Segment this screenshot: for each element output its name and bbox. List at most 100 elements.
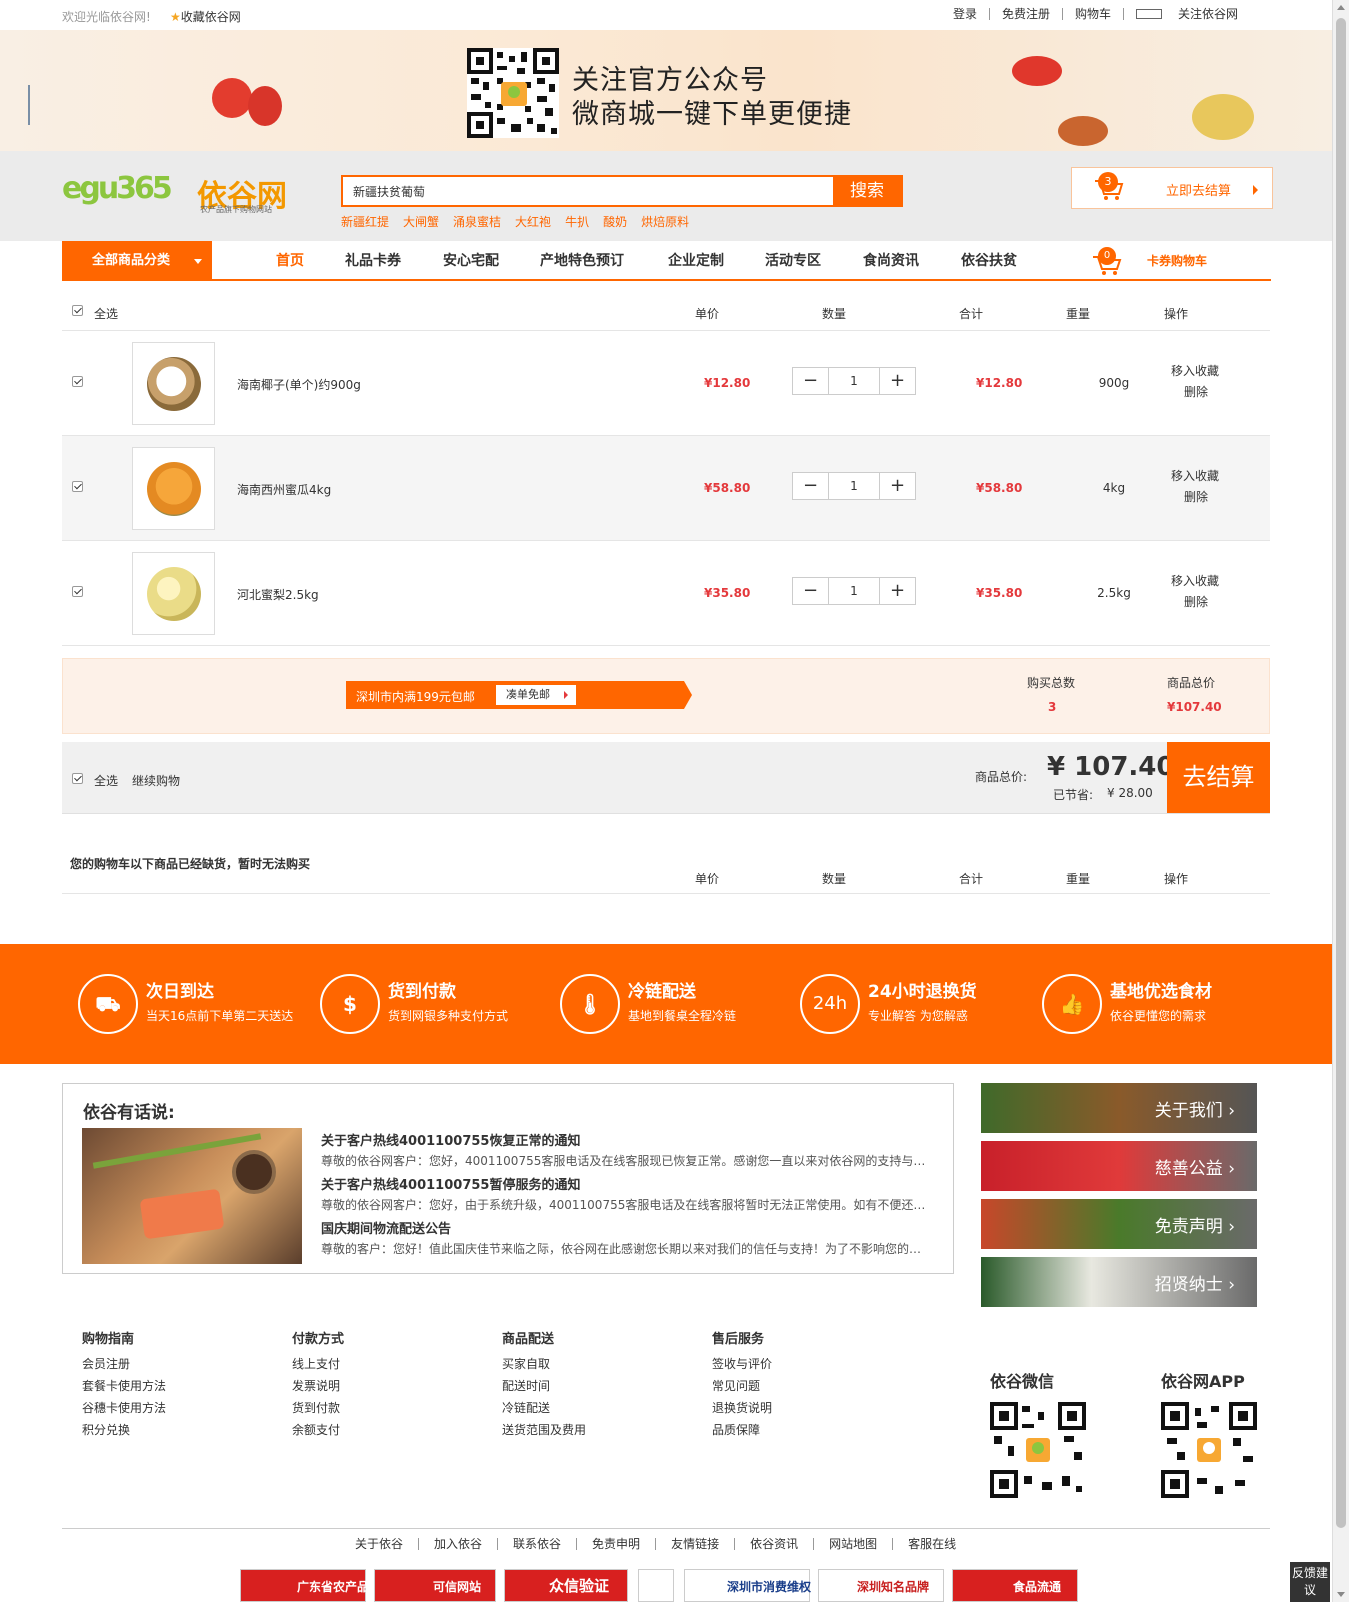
footer-link[interactable]: 关于依谷 — [340, 1538, 420, 1550]
decrease-button[interactable]: − — [793, 578, 829, 604]
scroll-down-icon[interactable] — [1337, 1592, 1345, 1597]
checkout-button[interactable]: 去结算 — [1167, 742, 1270, 813]
footer-link[interactable]: 加入依谷 — [419, 1538, 499, 1550]
trust-badge[interactable]: 深圳知名品牌 — [818, 1569, 944, 1602]
search-button[interactable]: 搜索 — [833, 177, 901, 205]
hotword[interactable]: 涌泉蜜桔 — [453, 213, 501, 230]
footer-link[interactable]: 网站地图 — [814, 1538, 894, 1550]
trust-badge[interactable]: 可信网站 — [374, 1569, 496, 1602]
item-checkbox[interactable] — [72, 586, 83, 597]
product-name[interactable]: 河北蜜梨2.5kg — [237, 586, 319, 603]
delete-link[interactable]: 删除 — [1184, 383, 1208, 400]
footer-link[interactable]: 退换货说明 — [712, 1397, 772, 1419]
nav-gift-cards[interactable]: 礼品卡券 — [345, 241, 401, 281]
search-input[interactable] — [343, 177, 833, 205]
footer-link[interactable]: 免责申明 — [577, 1538, 657, 1550]
trust-badge[interactable]: 众信验证 — [504, 1569, 628, 1602]
decrease-button[interactable]: − — [793, 473, 829, 499]
footer-link[interactable]: 友情链接 — [656, 1538, 736, 1550]
hotword[interactable]: 烘焙原料 — [641, 213, 689, 230]
careers-tile[interactable]: 招贤纳士 › — [981, 1257, 1257, 1307]
favorite-link[interactable]: ★收藏依谷网 — [170, 8, 241, 25]
police-badge-icon[interactable] — [638, 1569, 674, 1602]
disclaimer-tile[interactable]: 免责声明 › — [981, 1199, 1257, 1249]
decrease-button[interactable]: − — [793, 368, 829, 394]
add-on-button[interactable]: 凑单免邮 — [496, 685, 576, 705]
hotword[interactable]: 大红袍 — [515, 213, 551, 230]
increase-button[interactable]: + — [879, 578, 915, 604]
scroll-up-icon[interactable] — [1337, 5, 1345, 10]
footer-link[interactable]: 送货范围及费用 — [502, 1419, 586, 1441]
footer-link[interactable]: 谷穗卡使用方法 — [82, 1397, 166, 1419]
hotword[interactable]: 新疆红提 — [341, 213, 389, 230]
footer-link[interactable]: 客服在线 — [893, 1538, 971, 1550]
trust-badge[interactable]: 深圳市消费维权 — [684, 1569, 811, 1602]
cart-link[interactable]: 购物车 — [1063, 8, 1124, 20]
nav-poverty-relief[interactable]: 依谷扶贫 — [961, 241, 1017, 281]
select-all-checkbox-bottom[interactable] — [72, 773, 83, 784]
nav-food-news[interactable]: 食尚资讯 — [863, 241, 919, 281]
register-link[interactable]: 免费注册 — [990, 8, 1063, 20]
trust-badge[interactable]: 食品流通 — [952, 1569, 1078, 1602]
site-logo[interactable]: egu365 依谷网 农产品旗下购物网站 — [62, 171, 307, 215]
hotword[interactable]: 牛扒 — [565, 213, 589, 230]
nav-delivery[interactable]: 安心宅配 — [443, 241, 499, 281]
login-link[interactable]: 登录 — [941, 8, 990, 20]
nav-events[interactable]: 活动专区 — [765, 241, 821, 281]
product-name[interactable]: 海南西州蜜瓜4kg — [237, 481, 331, 498]
nav-enterprise[interactable]: 企业定制 — [668, 241, 724, 281]
footer-link[interactable]: 联系依谷 — [498, 1538, 578, 1550]
checkout-cart-box[interactable]: 3 立即去结算 — [1071, 167, 1273, 209]
quantity-input[interactable] — [829, 578, 879, 604]
footer-link[interactable]: 品质保障 — [712, 1419, 772, 1441]
increase-button[interactable]: + — [879, 473, 915, 499]
trust-badge[interactable]: 广东省农产品 — [240, 1569, 369, 1602]
footer-link[interactable]: 积分兑换 — [82, 1419, 166, 1441]
feedback-button[interactable]: 反馈建议 — [1290, 1562, 1330, 1602]
continue-shopping-link[interactable]: 继续购物 — [132, 772, 180, 789]
footer-link[interactable]: 发票说明 — [292, 1375, 344, 1397]
follow-link[interactable]: 关注依谷网 — [1124, 8, 1262, 20]
item-checkbox[interactable] — [72, 481, 83, 492]
wechat-banner[interactable]: 关注官方公众号 微商城一键下单更便捷 — [0, 30, 1332, 151]
news-item[interactable]: 关于客户热线4001100755恢复正常的通知 尊敬的依谷网客户：您好，4001… — [321, 1130, 931, 1169]
about-us-tile[interactable]: 关于我们 › — [981, 1083, 1257, 1133]
nav-home[interactable]: 首页 — [276, 241, 304, 281]
footer-link[interactable]: 常见问题 — [712, 1375, 772, 1397]
move-to-favorites-link[interactable]: 移入收藏 — [1171, 467, 1219, 484]
hotword[interactable]: 酸奶 — [603, 213, 627, 230]
card-cart-icon[interactable]: 0 — [1092, 247, 1122, 275]
delete-link[interactable]: 删除 — [1184, 593, 1208, 610]
move-to-favorites-link[interactable]: 移入收藏 — [1171, 572, 1219, 589]
footer-link[interactable]: 买家自取 — [502, 1353, 586, 1375]
item-checkbox[interactable] — [72, 376, 83, 387]
delete-link[interactable]: 删除 — [1184, 488, 1208, 505]
product-thumbnail[interactable] — [132, 552, 215, 635]
select-all-checkbox[interactable] — [72, 305, 83, 316]
product-name[interactable]: 海南椰子(单个)约900g — [237, 376, 361, 393]
card-cart-link[interactable]: 卡券购物车 — [1147, 241, 1207, 281]
footer-link[interactable]: 套餐卡使用方法 — [82, 1375, 166, 1397]
footer-link[interactable]: 配送时间 — [502, 1375, 586, 1397]
increase-button[interactable]: + — [879, 368, 915, 394]
footer-link[interactable]: 线上支付 — [292, 1353, 344, 1375]
page-scrollbar[interactable] — [1332, 0, 1349, 1602]
footer-link[interactable]: 签收与评价 — [712, 1353, 772, 1375]
move-to-favorites-link[interactable]: 移入收藏 — [1171, 362, 1219, 379]
product-thumbnail[interactable] — [132, 342, 215, 425]
footer-link[interactable]: 依谷资讯 — [735, 1538, 815, 1550]
news-item[interactable]: 国庆期间物流配送公告 尊敬的客户：您好！值此国庆佳节来临之际，依谷网在此感谢您长… — [321, 1218, 931, 1257]
product-thumbnail[interactable] — [132, 447, 215, 530]
quantity-input[interactable] — [829, 473, 879, 499]
nav-specialty-preorder[interactable]: 产地特色预订 — [540, 241, 624, 281]
scrollbar-thumb[interactable] — [1336, 18, 1346, 1528]
charity-tile[interactable]: 慈善公益 › — [981, 1141, 1257, 1191]
all-categories-button[interactable]: 全部商品分类 — [62, 241, 212, 281]
quantity-input[interactable] — [829, 368, 879, 394]
footer-link[interactable]: 余额支付 — [292, 1419, 344, 1441]
footer-link[interactable]: 会员注册 — [82, 1353, 166, 1375]
hotword[interactable]: 大闸蟹 — [403, 213, 439, 230]
footer-link[interactable]: 冷链配送 — [502, 1397, 586, 1419]
news-item[interactable]: 关于客户热线4001100755暂停服务的通知 尊敬的依谷网客户：您好，由于系统… — [321, 1174, 931, 1213]
footer-link[interactable]: 货到付款 — [292, 1397, 344, 1419]
